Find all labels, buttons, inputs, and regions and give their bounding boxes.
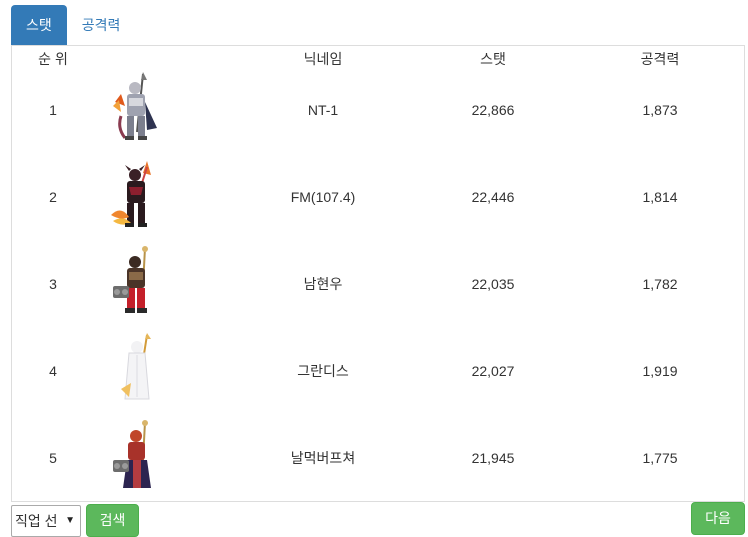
attack-cell: 1,782 [642, 275, 678, 292]
stat-cell: 22,446 [471, 188, 515, 205]
attack-cell: 1,814 [642, 188, 678, 205]
rank-cell: 2 [49, 188, 57, 205]
tab-attack[interactable]: 공격력 [67, 5, 136, 45]
ranking-tabs: 스탯 공격력 [11, 5, 135, 45]
stat-cell: 22,027 [471, 362, 515, 379]
tab-stat[interactable]: 스탯 [11, 5, 67, 45]
ranking-table: 순 위 닉네임 스탯 공격력 1 NT-1 22,866 1,873 2 FM(… [11, 45, 745, 502]
attack-cell: 1,919 [642, 362, 678, 379]
nickname-cell: NT-1 [307, 101, 339, 118]
nickname-cell: 남현우 [303, 275, 343, 292]
table-row: 1 NT-1 22,866 1,873 [12, 66, 744, 153]
next-page-button[interactable]: 다음 [691, 502, 745, 535]
table-row: 5 날먹버프쳐 21,945 1,775 [12, 414, 744, 501]
job-select-value: 직업 선 [15, 513, 58, 529]
nickname-cell: 날먹버프쳐 [290, 449, 356, 466]
character-armored-knight-icon [113, 71, 157, 140]
stat-cell: 22,035 [471, 275, 515, 292]
rank-cell: 4 [49, 362, 57, 379]
attack-cell: 1,873 [642, 101, 678, 118]
attack-cell: 1,775 [642, 449, 678, 466]
nickname-cell: FM(107.4) [290, 188, 356, 205]
character-robed-warrior-icon [113, 419, 151, 488]
ranking-footer: 직업 선 ▼ 검색 다음 [0, 502, 748, 537]
job-select[interactable]: 직업 선 ▼ [11, 505, 81, 537]
character-white-mage-icon [121, 332, 151, 399]
rank-cell: 3 [49, 275, 57, 292]
character-dark-demon-icon [111, 160, 151, 227]
nickname-cell: 그란디스 [297, 362, 349, 379]
stat-cell: 21,945 [471, 449, 515, 466]
dropdown-arrow-icon: ▼ [65, 515, 75, 526]
rank-cell: 5 [49, 449, 57, 466]
stat-cell: 22,866 [471, 101, 515, 118]
table-row: 2 FM(107.4) 22,446 1,814 [12, 153, 744, 240]
table-row: 3 남현우 22,035 1,782 [12, 240, 744, 327]
character-red-warrior-icon [113, 245, 148, 313]
table-row: 4 그란디스 22,027 1,919 [12, 327, 744, 414]
rank-cell: 1 [49, 101, 57, 118]
search-button[interactable]: 검색 [86, 504, 139, 537]
